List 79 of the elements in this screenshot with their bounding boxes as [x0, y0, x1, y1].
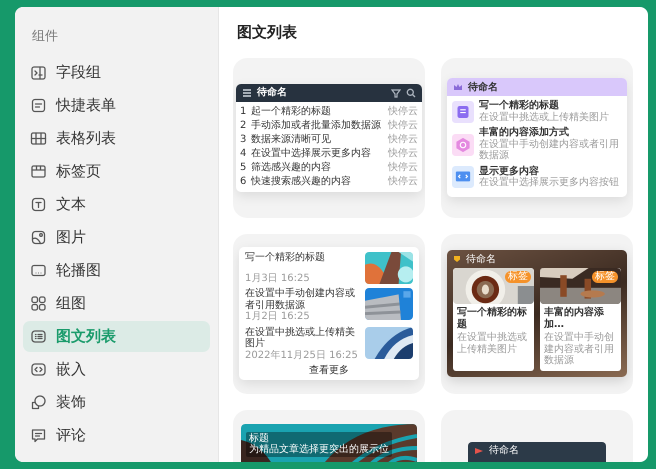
item-title: 丰富的内容添加方式 [479, 127, 570, 138]
sidebar-item[interactable]: 快捷表单 [23, 90, 210, 120]
sidebar-item[interactable]: 评论 [23, 420, 210, 450]
card-subtitle: 在设置中手动创建内容或者引用数据源 [544, 332, 615, 367]
image-icon [30, 228, 47, 246]
sidebar-item[interactable]: 图片 [23, 222, 210, 252]
row-title: 数据来源清晰可见 [251, 134, 332, 146]
crown-icon [453, 83, 463, 92]
item-subtitle: 在设置中手动创建内容或者引用数据源 [479, 138, 620, 162]
page-title: 图文列表 [237, 22, 298, 43]
embed-icon [30, 360, 47, 378]
sidebar-item[interactable]: 轮播图 [23, 254, 210, 286]
item-subtitle: 在设置中挑选或上传精美图片 [479, 112, 609, 124]
template-card[interactable]: 待命名 标签 写一个精彩的标题 在设置中挑选或上传精美图片 标签 丰富的内容添加… 在设置中手动创建内容或者引用数据源 [441, 234, 633, 394]
row-number: 2 [240, 120, 247, 132]
flag-icon [474, 446, 484, 454]
template-card[interactable]: 写一个精彩的标题 1月3日 16:25 在设置中手动创建内容或者引用数据源 1月2日 16:25 在设置中挑选或上传精美图片 2022年11月25日 16:25 查看更多 [233, 234, 425, 394]
row-tag: 快停云 [388, 148, 418, 160]
row-tag: 快停云 [388, 134, 418, 146]
news-time: 2022年11月25日 16:25 [245, 350, 359, 362]
card-title: 丰富的内容添加… [544, 307, 605, 330]
sidebar-item[interactable]: 装饰 [23, 386, 210, 418]
section-heading: 组件 [32, 28, 59, 46]
row-tag: 快停云 [388, 162, 418, 174]
row-title: 快速搜索感兴趣的内容 [251, 176, 352, 188]
card-title: 写一个精彩的标题 [457, 307, 528, 330]
news-time: 1月2日 16:25 [245, 311, 311, 323]
template-card[interactable]: 待命名 写一个精彩的标题 在设置中挑选或上传精美图片 丰富的内容添加方式 在设置中手动创建内容或者引用数据源 显示更多内容 在设置中选择展示更多内容按钮 [441, 58, 633, 218]
row-tag: 快停云 [388, 176, 418, 188]
shield-icon [453, 255, 461, 264]
sidebar-item[interactable]: 标签页 [23, 156, 210, 186]
field-group-icon [30, 64, 47, 80]
sidebar-item[interactable]: 组图 [23, 288, 210, 318]
row-number: 6 [240, 176, 247, 188]
row-title: 筛选感兴趣的内容 [251, 162, 332, 174]
widget-title: 待命名 [468, 82, 498, 93]
sidebar-item[interactable]: 嵌入 [23, 354, 210, 384]
banner-title: 为精品文章选择更突出的展示位 [249, 444, 389, 456]
row-title: 起一个精彩的标题 [251, 106, 332, 118]
list-icon [30, 328, 47, 344]
template-card[interactable]: 标题 为精品文章选择更突出的展示位 [233, 410, 425, 462]
tag-badge: 标签 [505, 271, 531, 283]
row-number: 5 [240, 162, 247, 174]
table-icon [30, 130, 47, 146]
comment-icon [30, 426, 47, 444]
banner-label: 标题 [249, 432, 270, 444]
text-icon [30, 196, 47, 212]
card-subtitle: 在设置中挑选或上传精美图片 [457, 332, 528, 356]
form-icon [30, 96, 47, 114]
row-title: 在设置中选择展示更多内容 [251, 148, 372, 160]
view-more-link[interactable]: 查看更多 [309, 365, 349, 376]
menu-icon [242, 88, 252, 98]
news-title: 在设置中挑选或上传精美图片 [245, 326, 356, 350]
widget-title: 待命名 [257, 86, 287, 98]
row-tag: 快停云 [388, 106, 418, 118]
tag-badge: 标签 [592, 271, 618, 283]
search-icon [406, 88, 416, 98]
row-number: 1 [240, 106, 247, 118]
filter-icon [391, 88, 401, 98]
news-title: 写一个精彩的标题 [245, 252, 326, 264]
news-time: 1月3日 16:25 [245, 272, 311, 284]
row-title: 手动添加或者批量添加数据源 [251, 120, 382, 132]
grid-icon [30, 294, 47, 312]
item-subtitle: 在设置中选择展示更多内容按钮 [479, 177, 619, 189]
template-card[interactable]: 待命名 1 起一个精彩的标题 快停云 2 手动添加或者批量添加数据源 快停云 3 数据来源清晰可见 快停云 4 在设置中选择展示更多内容 快停云 5 筛选感兴趣的内容 快停云 6 快速搜索感兴趣的内容 快停云 [233, 58, 425, 218]
item-title: 写一个精彩的标题 [479, 100, 560, 112]
row-number: 3 [240, 134, 247, 146]
row-tag: 快停云 [388, 120, 418, 132]
sidebar-item[interactable]: 字段组 [23, 56, 210, 88]
tabs-icon [30, 162, 47, 180]
sidebar-item[interactable]: 文本 [23, 188, 210, 220]
news-title: 在设置中手动创建内容或者引用数据源 [245, 288, 356, 311]
widget-title: 待命名 [489, 444, 519, 456]
sidebar-item[interactable]: 表格列表 [23, 122, 210, 154]
shapes-icon [30, 394, 47, 410]
widget-title: 待命名 [466, 254, 496, 265]
row-number: 4 [240, 148, 247, 160]
template-card[interactable]: 待命名 [441, 410, 633, 462]
item-title: 显示更多内容 [479, 166, 540, 177]
